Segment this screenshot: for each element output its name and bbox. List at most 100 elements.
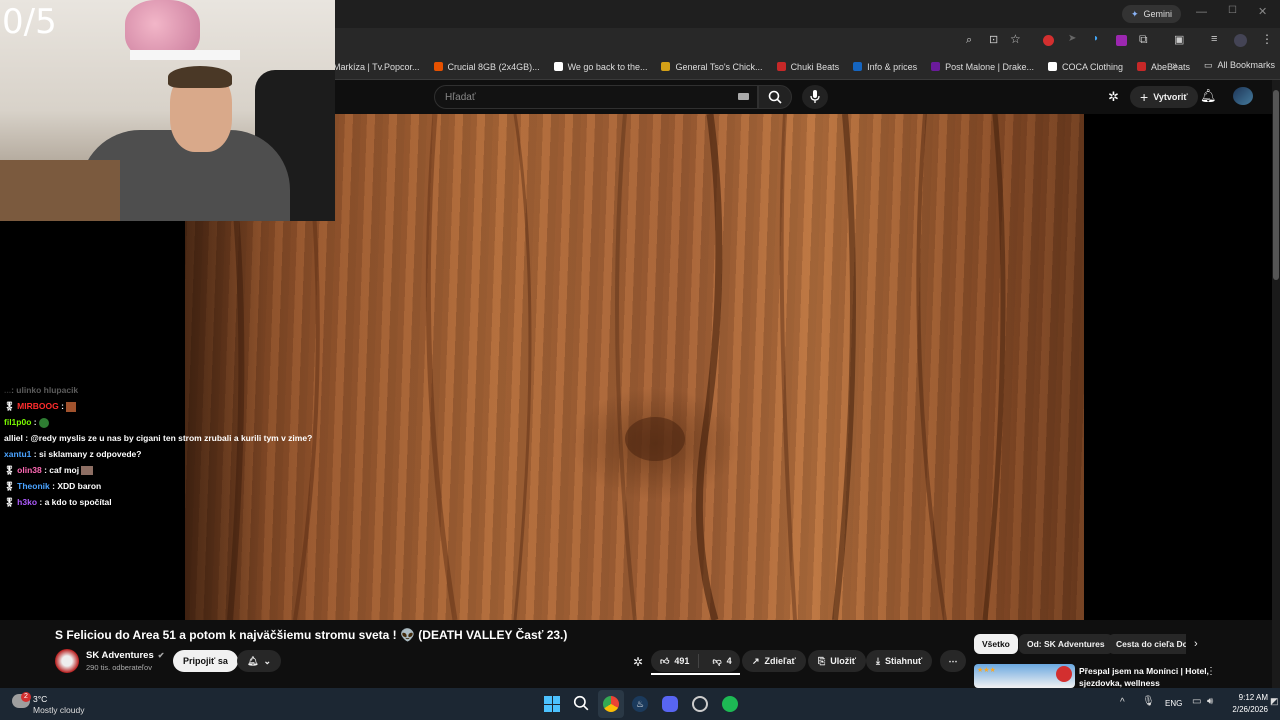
maximize-button[interactable]: ☐	[1228, 5, 1237, 16]
minimize-button[interactable]: —	[1196, 6, 1207, 18]
language-indicator[interactable]: ENG	[1165, 699, 1182, 708]
bookmark-item[interactable]: Post Malone | Drake...	[931, 62, 1034, 72]
chat-message: 🎖 Theonik : XDD baron	[4, 478, 324, 494]
recommended-thumbnail[interactable]: ★★★	[974, 664, 1075, 688]
like-ratio-bar	[651, 673, 740, 675]
chevron-right-icon[interactable]: ›	[1194, 638, 1198, 650]
voice-search-button[interactable]	[802, 85, 828, 109]
save-icon: ⎘	[818, 655, 826, 666]
chip-label: Všetko	[982, 639, 1010, 649]
bookmark-item[interactable]: General Tso's Chick...	[661, 62, 763, 72]
bookmark-item[interactable]: Crucial 8GB (2x4GB)...	[433, 62, 540, 72]
search-input[interactable]: Hľadať	[434, 85, 758, 109]
spotify-icon[interactable]	[722, 696, 738, 712]
chrome-icon[interactable]	[603, 696, 619, 712]
browser-menu-icon[interactable]: ⋮	[1261, 32, 1273, 46]
notification-center-icon[interactable]: ◩	[1270, 696, 1279, 707]
chip-related[interactable]: Cesta do cieľa Do	[1108, 634, 1186, 654]
join-button[interactable]: Pripojiť sa	[173, 650, 238, 672]
bookmark-star-icon[interactable]: ☆	[1010, 32, 1021, 46]
clock-date[interactable]: 2/26/2026	[1226, 705, 1268, 714]
chat-text: : si sklamany z odpovede?	[33, 449, 142, 459]
chat-badge-icon: 🎖	[4, 497, 15, 507]
microphone-tray-icon[interactable]: 🎙︎	[1142, 696, 1155, 707]
recommended-title[interactable]: Přespal jsem na Monínci | Hotel, sjezdov…	[1079, 665, 1209, 689]
channel-name: SK Adventures	[86, 650, 154, 661]
weather-temp[interactable]: 3°C	[33, 694, 47, 704]
chat-text: : ulinko hlupacik	[11, 385, 79, 395]
extension-sound-icon[interactable]: ◗	[1093, 33, 1099, 44]
install-icon[interactable]: ⊡	[989, 33, 998, 46]
video-title: S Feliciou do Area 51 a potom k najväčši…	[55, 628, 568, 642]
chat-badge-icon: 🎖	[4, 401, 15, 411]
channel-name-row[interactable]: SK Adventures ✔	[86, 650, 164, 661]
gemini-button[interactable]: ✦ Gemini	[1122, 5, 1182, 23]
create-button[interactable]: + Vytvoriť	[1130, 86, 1198, 108]
taskbar-search-icon[interactable]	[573, 695, 589, 716]
all-bookmarks-button[interactable]: ▭ All Bookmarks	[1204, 60, 1275, 71]
subscription-bell-button[interactable]: 🔔︎ ⌄	[237, 650, 281, 672]
clock-time[interactable]: 9:12 AM	[1230, 693, 1268, 702]
extension-purple-icon[interactable]	[1116, 35, 1127, 46]
chip-channel[interactable]: Od: SK Adventures	[1019, 634, 1113, 654]
stream-chat-overlay: ...: ulinko hlupacik 🎖 MIRBOOG : fil1p0o…	[4, 382, 324, 510]
zoom-icon[interactable]: ⌕	[966, 34, 972, 47]
download-button[interactable]: ⤓ Stiahnuť	[866, 650, 933, 672]
like-count: 491	[674, 656, 690, 666]
chat-badge-icon: 🎖	[4, 465, 15, 475]
bookmark-label: Chuki Beats	[790, 61, 840, 72]
save-button[interactable]: ⎘ Uložiť	[808, 650, 867, 672]
media-controls-icon[interactable]: ≡	[1211, 33, 1217, 45]
chevron-down-icon: ⌄	[263, 655, 271, 666]
weather-description[interactable]: Mostly cloudy	[33, 705, 85, 715]
chat-username: h3ko	[17, 497, 38, 507]
bookmark-item[interactable]: COCA Clothing	[1048, 62, 1123, 72]
challenge-counter: 0/5	[2, 2, 57, 42]
share-button[interactable]: ↗ Zdieľať	[742, 650, 806, 672]
tray-overflow-icon[interactable]: ^	[1120, 697, 1125, 708]
extensions-puzzle-icon[interactable]: ⧉	[1139, 32, 1148, 47]
bookmark-item[interactable]: Markíza | Tv.Popcor...	[333, 62, 420, 72]
search-button[interactable]	[758, 85, 792, 109]
account-avatar[interactable]	[1233, 87, 1253, 105]
discord-icon[interactable]	[662, 696, 678, 712]
bookmark-favicon-icon	[776, 62, 786, 71]
chat-message: alliel : @redy myslis ze u nas by cigani…	[4, 430, 324, 446]
bookmark-item[interactable]: We go back to the...	[553, 62, 647, 72]
sidepanel-icon[interactable]: ▣	[1174, 33, 1184, 46]
notifications-bell-icon[interactable]: 🔔︎	[1200, 88, 1217, 104]
chat-username: alliel	[4, 433, 23, 443]
bookmark-item[interactable]: AbeBeats	[1137, 62, 1190, 72]
download-icon: ⤓	[876, 655, 880, 666]
bookmark-item[interactable]: Chuki Beats	[776, 61, 840, 72]
bookmark-label: AbeBeats	[1151, 61, 1191, 72]
volume-icon[interactable]: 🔊︎	[1207, 696, 1213, 707]
windows-start-icon[interactable]	[544, 696, 560, 712]
more-actions-button[interactable]: ⋯	[940, 650, 966, 672]
display-icon[interactable]: ▭	[1192, 696, 1201, 707]
channel-avatar[interactable]	[55, 649, 79, 673]
keyboard-icon[interactable]	[738, 93, 749, 100]
like-button[interactable]: 👍︎ 491	[651, 654, 700, 668]
dislike-button[interactable]: 👎︎ 4	[704, 656, 739, 667]
download-label: Stiahnuť	[884, 656, 923, 666]
close-window-button[interactable]: ✕	[1258, 5, 1267, 18]
extension-gear-icon[interactable]: ✲	[633, 655, 643, 669]
emote-icon	[81, 466, 94, 476]
share-label: Zdieľať	[764, 656, 796, 666]
chip-all[interactable]: Všetko	[974, 634, 1018, 654]
obs-icon[interactable]	[692, 696, 708, 712]
chat-text: :	[33, 417, 37, 427]
extension-gear-icon[interactable]: ✲	[1108, 89, 1119, 105]
bookmark-item[interactable]: Info & prices	[853, 62, 917, 72]
steam-icon[interactable]: ♨	[632, 696, 648, 712]
scrollbar-thumb[interactable]	[1273, 90, 1279, 280]
chat-message: 🎖 h3ko : a kdo to spočítal	[4, 494, 324, 510]
profile-avatar[interactable]	[1234, 34, 1247, 47]
extension-arrow-icon[interactable]: ➤	[1068, 33, 1076, 44]
bookmark-label: Markíza | Tv.Popcor...	[333, 61, 420, 72]
extension-red-icon[interactable]	[1043, 35, 1054, 46]
verified-icon: ✔	[157, 651, 165, 660]
bookmarks-overflow-icon[interactable]: »	[1172, 60, 1178, 71]
recommended-menu-icon[interactable]: ⋮	[1206, 666, 1216, 677]
